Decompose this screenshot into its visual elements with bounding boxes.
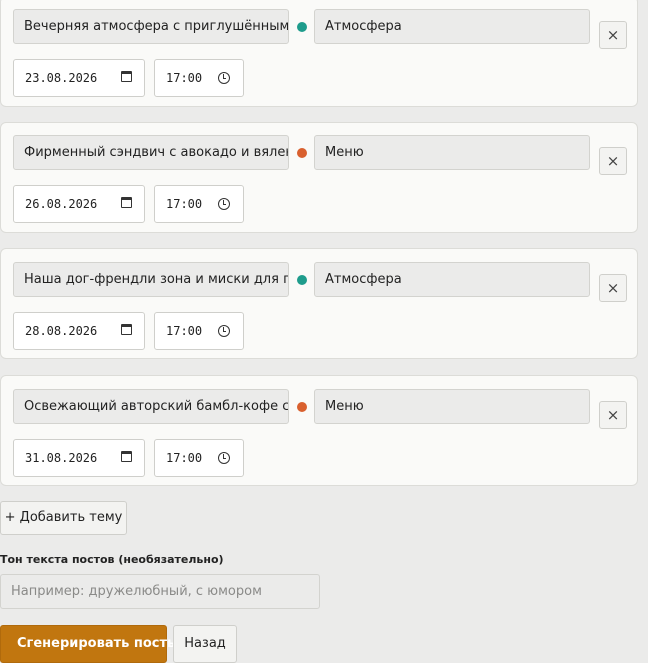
remove-topic-button[interactable]: × — [599, 401, 627, 429]
topic-time-input[interactable]: 17:00 — [154, 59, 244, 97]
topic-category-field[interactable]: Атмосфера — [314, 9, 590, 44]
date-value: 31.08.2026 — [25, 451, 98, 465]
topic-card-2: Фирменный сэндвич с авокадо и вяленым Ме… — [0, 122, 638, 233]
tone-label: Тон текста постов (необязательно) — [0, 553, 224, 566]
date-value: 23.08.2026 — [25, 71, 98, 85]
clock-icon[interactable] — [218, 325, 230, 337]
topic-category-field[interactable]: Атмосфера — [314, 262, 590, 297]
calendar-icon[interactable] — [121, 71, 132, 82]
tone-input[interactable] — [0, 574, 320, 609]
time-value: 17:00 — [166, 197, 203, 211]
back-button[interactable]: Назад — [173, 625, 237, 663]
calendar-icon[interactable] — [121, 324, 132, 335]
topic-date-input[interactable]: 26.08.2026 — [13, 185, 145, 223]
category-color-dot — [297, 275, 307, 285]
time-value: 17:00 — [166, 451, 203, 465]
topic-time-input[interactable]: 17:00 — [154, 185, 244, 223]
topic-theme-field[interactable]: Фирменный сэндвич с авокадо и вяленым — [13, 135, 289, 170]
category-color-dot — [297, 22, 307, 32]
remove-topic-button[interactable]: × — [599, 274, 627, 302]
date-value: 26.08.2026 — [25, 197, 98, 211]
topic-date-input[interactable]: 28.08.2026 — [13, 312, 145, 350]
calendar-icon[interactable] — [121, 451, 132, 462]
topic-date-input[interactable]: 23.08.2026 — [13, 59, 145, 97]
remove-topic-button[interactable]: × — [599, 21, 627, 49]
clock-icon[interactable] — [218, 72, 230, 84]
clock-icon[interactable] — [218, 198, 230, 210]
topic-time-input[interactable]: 17:00 — [154, 439, 244, 477]
topic-theme-field[interactable]: Вечерняя атмосфера с приглушённым светом — [13, 9, 289, 44]
time-value: 17:00 — [166, 71, 203, 85]
remove-topic-button[interactable]: × — [599, 147, 627, 175]
topic-theme-field[interactable]: Освежающий авторский бамбл-кофе с апельс… — [13, 389, 289, 424]
time-value: 17:00 — [166, 324, 203, 338]
category-color-dot — [297, 148, 307, 158]
topic-category-field[interactable]: Меню — [314, 389, 590, 424]
generate-posts-button[interactable]: Сгенерировать посты — [0, 625, 179, 663]
add-topic-button[interactable]: + Добавить тему — [0, 501, 127, 535]
topic-category-field[interactable]: Меню — [314, 135, 590, 170]
topic-theme-field[interactable]: Наша дог-френдли зона и миски для питомц… — [13, 262, 289, 297]
topic-card-3: Наша дог-френдли зона и миски для питомц… — [0, 248, 638, 359]
calendar-icon[interactable] — [121, 197, 132, 208]
topic-card-1: Вечерняя атмосфера с приглушённым светом… — [0, 0, 638, 107]
date-value: 28.08.2026 — [25, 324, 98, 338]
category-color-dot — [297, 402, 307, 412]
topic-time-input[interactable]: 17:00 — [154, 312, 244, 350]
topic-card-4: Освежающий авторский бамбл-кофе с апельс… — [0, 375, 638, 486]
clock-icon[interactable] — [218, 452, 230, 464]
topic-date-input[interactable]: 31.08.2026 — [13, 439, 145, 477]
